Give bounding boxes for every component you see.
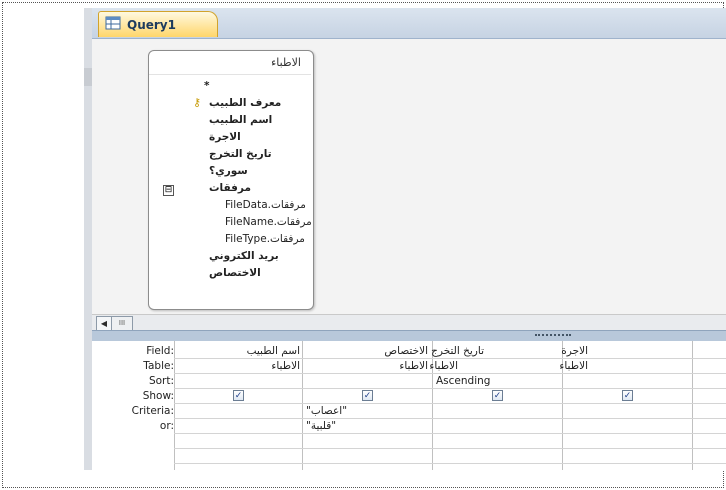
field-item[interactable]: الاجرة — [209, 131, 241, 143]
field-list-title: الاطباء — [149, 51, 311, 75]
field-subitem[interactable]: مرفقات.FileType — [225, 233, 305, 245]
row-label-show: Show: — [142, 390, 174, 402]
grid-row-line — [174, 373, 726, 374]
row-label-criteria: Criteria: — [131, 405, 174, 417]
field-list-window[interactable]: الاطباء * ⚷ معرف الطبيب اسم الطبيب الاجر… — [148, 50, 314, 310]
collapse-icon[interactable]: ⊟ — [163, 185, 174, 196]
criteria-cell[interactable]: "اعصاب" — [306, 405, 347, 417]
show-checkbox[interactable]: ✓ — [362, 390, 373, 401]
row-label-table: Table: — [143, 360, 174, 372]
field-subitem[interactable]: مرفقات.FileData — [225, 199, 306, 211]
grid-row-line — [174, 388, 726, 389]
grid-row-line — [174, 403, 726, 404]
grid-row-line — [174, 433, 726, 434]
or-cell[interactable]: "قلبية" — [306, 420, 336, 432]
strip-marker — [84, 68, 92, 86]
table-pane: الاطباء * ⚷ معرف الطبيب اسم الطبيب الاجر… — [92, 39, 726, 314]
row-label-field: Field: — [146, 345, 174, 357]
tab-label: Query1 — [127, 17, 176, 32]
tab-query1[interactable]: Query1 — [98, 11, 218, 37]
scroll-thumb[interactable]: III — [111, 316, 133, 331]
splitter-grip-icon[interactable] — [535, 334, 571, 338]
query-icon — [105, 16, 121, 33]
field-item[interactable]: بريد الكتروني — [209, 250, 279, 262]
row-label-or: or: — [159, 420, 174, 432]
query-designer: Query1 الاطباء * ⚷ معرف الطبيب اسم الطبي… — [92, 8, 726, 470]
field-cell[interactable]: الاختصاص — [306, 345, 428, 357]
field-all[interactable]: * — [204, 80, 210, 92]
show-checkbox[interactable]: ✓ — [492, 390, 503, 401]
design-grid: Field: Table: Sort: Show: Criteria: or: … — [92, 341, 726, 470]
horizontal-scrollbar[interactable]: ◀ III — [92, 314, 726, 331]
field-item[interactable]: سوري؟ — [209, 165, 248, 177]
grid-column-divider — [174, 341, 175, 470]
grid-row-line — [174, 463, 726, 464]
table-cell[interactable]: الاطباء — [306, 360, 428, 372]
field-item[interactable]: مرفقات — [209, 182, 251, 194]
table-cell[interactable]: الاطباء — [429, 360, 458, 372]
field-item[interactable]: معرف الطبيب — [209, 97, 281, 109]
show-checkbox[interactable]: ✓ — [622, 390, 633, 401]
document-tabbar: Query1 — [92, 8, 726, 39]
row-label-sort: Sort: — [148, 375, 174, 387]
grid-row-line — [174, 418, 726, 419]
field-item[interactable]: الاختصاص — [209, 267, 261, 279]
scroll-left-icon[interactable]: ◀ — [96, 316, 112, 331]
field-item[interactable]: تاريخ التخرج — [209, 148, 272, 160]
table-cell[interactable]: الاطباء — [178, 360, 300, 372]
field-cell[interactable]: اسم الطبيب — [178, 345, 300, 357]
grid-column-divider — [692, 341, 693, 470]
primary-key-icon: ⚷ — [193, 96, 202, 109]
field-item[interactable]: اسم الطبيب — [209, 114, 272, 126]
navigation-strip — [84, 8, 92, 470]
field-subitem[interactable]: مرفقات.FileName — [225, 216, 312, 228]
sort-cell[interactable]: Ascending — [436, 375, 490, 387]
grid-row-line — [174, 358, 726, 359]
field-cell[interactable]: تاريخ التخرج — [431, 345, 484, 357]
table-cell[interactable]: الاطباء — [559, 360, 588, 372]
field-cell[interactable]: الاجرة — [561, 345, 588, 357]
grid-row-line — [174, 448, 726, 449]
grid-column-divider — [302, 341, 303, 470]
show-checkbox[interactable]: ✓ — [233, 390, 244, 401]
